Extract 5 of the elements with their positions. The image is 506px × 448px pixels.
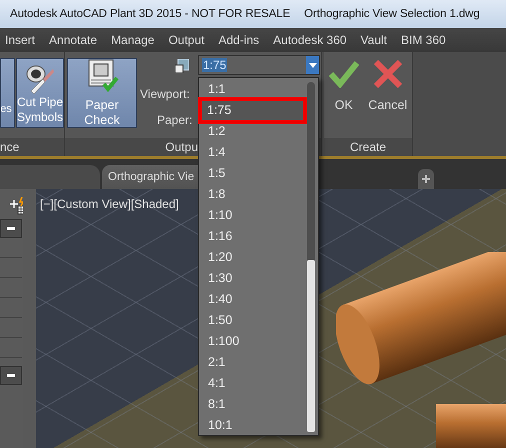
dropdown-value: 1:75 [202,58,228,72]
field-label: Paper: [157,113,192,127]
app-title: Autodesk AutoCAD Plant 3D 2015 - NOT FOR RESALE [10,8,290,20]
document-title: Orthographic View Selection 1.dwg [304,8,480,20]
field-label: Viewport: [140,87,190,101]
